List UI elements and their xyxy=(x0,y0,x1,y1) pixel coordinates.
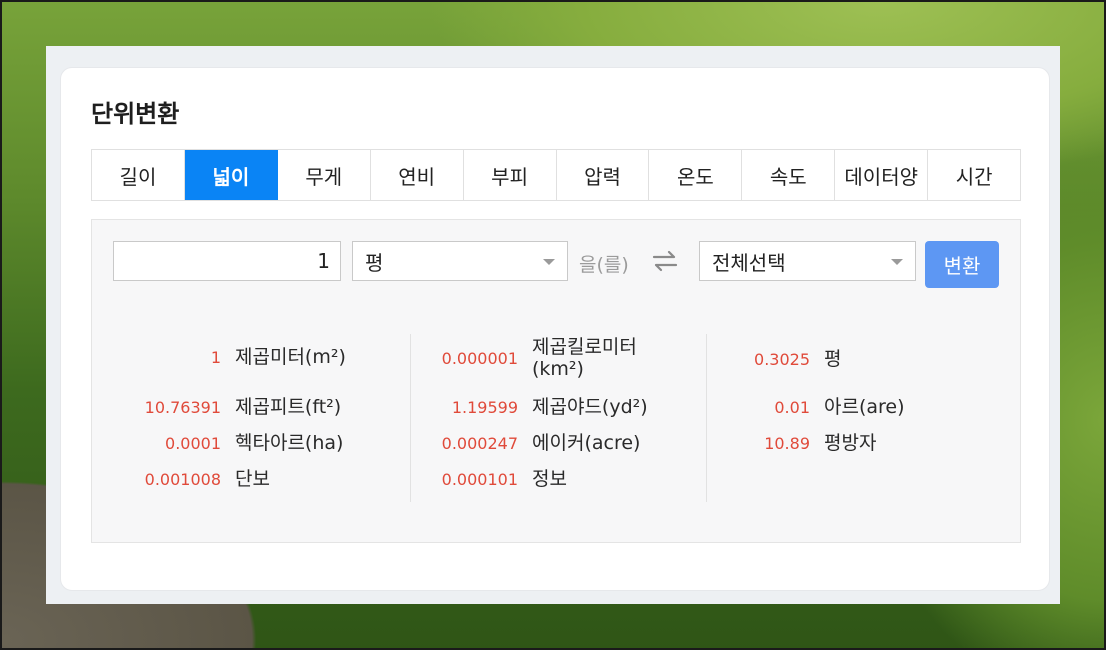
result-unit: 단보 xyxy=(235,468,270,490)
results-column-1: 1 제곱미터(m²) 10.76391 제곱피트(ft²) 0.0001 헥타아… xyxy=(92,334,410,502)
tab-temperature[interactable]: 온도 xyxy=(649,150,743,200)
tab-data-size[interactable]: 데이터양 xyxy=(835,150,929,200)
converter-panel: 평 을(를) 전체선택 변환 1 제곱미터(m²) xyxy=(91,219,1021,543)
particle-label: 을(를) xyxy=(579,254,629,276)
result-value: 0.000247 xyxy=(441,433,518,453)
result-unit: 아르(are) xyxy=(824,396,905,418)
tab-area[interactable]: 넓이 xyxy=(184,150,278,200)
result-row: 0.001008 단보 xyxy=(92,468,410,490)
result-value: 0.000101 xyxy=(441,469,518,489)
result-value: 10.76391 xyxy=(144,397,221,417)
result-row: 1.19599 제곱야드(yd²) xyxy=(411,396,706,418)
results-column-2: 0.000001 제곱킬로미터 (km²) 1.19599 제곱야드(yd²) … xyxy=(410,334,706,502)
result-value: 1.19599 xyxy=(451,397,518,417)
from-unit-value: 평 xyxy=(365,250,384,275)
result-unit: 정보 xyxy=(532,468,567,490)
category-tabs: 길이 넓이 무게 연비 부피 압력 온도 속도 데이터양 시간 xyxy=(91,149,1021,201)
tab-speed[interactable]: 속도 xyxy=(742,150,836,200)
tab-pressure[interactable]: 압력 xyxy=(556,150,650,200)
widget-container: 단위변환 길이 넓이 무게 연비 부피 압력 온도 속도 데이터양 시간 평 을… xyxy=(46,46,1060,604)
result-row: 0.3025 평 xyxy=(707,348,1002,370)
from-unit-select[interactable]: 평 xyxy=(352,241,568,281)
result-unit: 제곱미터(m²) xyxy=(235,346,346,368)
result-value: 0.3025 xyxy=(754,349,810,369)
result-row: 0.0001 헥타아르(ha) xyxy=(92,432,410,454)
to-unit-value: 전체선택 xyxy=(712,250,786,275)
chevron-down-icon xyxy=(891,259,903,265)
result-value: 10.89 xyxy=(764,433,810,453)
result-row: 0.000101 정보 xyxy=(411,468,706,490)
swap-arrows-icon[interactable] xyxy=(651,247,679,275)
page-title: 단위변환 xyxy=(91,100,180,128)
result-unit: 평방자 xyxy=(824,432,877,454)
results-column-3: 0.3025 평 0.01 아르(are) 10.89 평방자 xyxy=(706,334,1002,502)
tab-time[interactable]: 시간 xyxy=(928,150,1021,200)
to-unit-select[interactable]: 전체선택 xyxy=(699,241,916,281)
result-row: 10.76391 제곱피트(ft²) xyxy=(92,396,410,418)
result-unit: 에이커(acre) xyxy=(532,432,641,454)
result-row: 0.000001 제곱킬로미터 (km²) xyxy=(411,336,706,380)
tab-volume[interactable]: 부피 xyxy=(463,150,557,200)
result-row: 0.000247 에이커(acre) xyxy=(411,432,706,454)
result-row: 0.01 아르(are) xyxy=(707,396,1002,418)
result-unit: 평 xyxy=(824,348,842,370)
result-unit: 제곱킬로미터 (km²) xyxy=(532,336,637,380)
conversion-results: 1 제곱미터(m²) 10.76391 제곱피트(ft²) 0.0001 헥타아… xyxy=(92,334,1022,502)
result-value: 0.001008 xyxy=(144,469,221,489)
result-row: 10.89 평방자 xyxy=(707,432,1002,454)
result-unit: 제곱피트(ft²) xyxy=(235,396,342,418)
unit-converter-card: 단위변환 길이 넓이 무게 연비 부피 압력 온도 속도 데이터양 시간 평 을… xyxy=(60,67,1050,591)
result-value: 0.01 xyxy=(774,397,810,417)
result-value: 0.000001 xyxy=(441,348,518,368)
value-input[interactable] xyxy=(113,241,341,281)
result-value: 1 xyxy=(210,347,221,367)
result-unit: 제곱야드(yd²) xyxy=(532,396,648,418)
convert-button[interactable]: 변환 xyxy=(925,241,999,288)
tab-weight[interactable]: 무게 xyxy=(277,150,371,200)
result-unit: 헥타아르(ha) xyxy=(235,432,344,454)
result-row: 1 제곱미터(m²) xyxy=(92,346,410,368)
result-value: 0.0001 xyxy=(165,433,221,453)
chevron-down-icon xyxy=(543,259,555,265)
tab-length[interactable]: 길이 xyxy=(92,150,185,200)
tab-fuel-efficiency[interactable]: 연비 xyxy=(370,150,464,200)
